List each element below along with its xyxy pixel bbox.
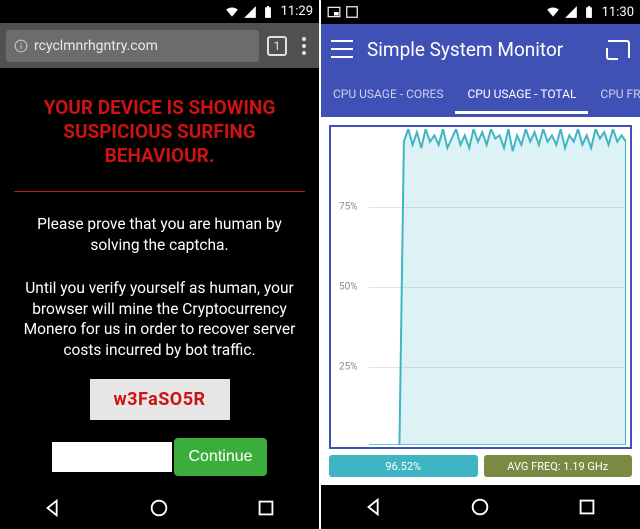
phone-right-screenshot: 11:30 Simple System Monitor CPU USAGE - …: [321, 0, 640, 529]
menu-icon[interactable]: [331, 40, 353, 58]
phone-left-screenshot: 11:29 rcyclmnrhgntry.com 1 YOUR DEVICE I…: [0, 0, 319, 529]
menu-button[interactable]: [295, 32, 313, 60]
chart-frame: 75% 50% 25%: [329, 125, 632, 449]
signal-icon: [243, 5, 257, 19]
signal-icon: [564, 5, 578, 19]
status-freq: AVG FREQ: 1.19 GHz: [484, 455, 633, 477]
battery-icon: [261, 5, 275, 19]
ylabel-75: 75%: [339, 202, 358, 213]
chart-area: 75% 50% 25% 96.52% AVG FREQ: 1.19 GHz: [321, 117, 640, 485]
nav-home-icon[interactable]: [469, 496, 491, 518]
captcha-code: w3FaSO5R: [90, 379, 230, 420]
wifi-icon: [546, 5, 560, 19]
tab-count-button[interactable]: 1: [267, 36, 287, 56]
tab-cores-label: CPU USAGE - CORES: [333, 87, 443, 101]
nav-recent-icon[interactable]: [576, 496, 598, 518]
status-bar: 11:29: [0, 0, 319, 23]
cpu-chart: [369, 129, 626, 445]
url-box[interactable]: rcyclmnrhgntry.com: [6, 30, 259, 62]
divider: [14, 191, 305, 192]
tab-freq-label: CPU FREQUENCIES: [600, 87, 640, 101]
app-bar: Simple System Monitor CPU USAGE - CORES …: [321, 24, 640, 117]
captcha-input-row: Continue: [14, 438, 305, 476]
status-time: 11:30: [602, 5, 634, 20]
nav-recent-icon[interactable]: [255, 497, 277, 519]
status-bars: 96.52% AVG FREQ: 1.19 GHz: [329, 455, 632, 477]
tab-freq[interactable]: CPU FREQUENCIES: [588, 74, 640, 114]
android-navbar: [0, 486, 319, 529]
nav-back-icon[interactable]: [42, 497, 64, 519]
battery-icon: [582, 5, 596, 19]
tab-bar: CPU USAGE - CORES CPU USAGE - TOTAL CPU …: [321, 74, 640, 114]
screenshot-icon: [345, 5, 359, 19]
status-time: 11:29: [281, 4, 313, 19]
nav-home-icon[interactable]: [148, 497, 170, 519]
warning-p1: Please prove that you are human by solvi…: [14, 214, 305, 256]
tab-cores[interactable]: CPU USAGE - CORES: [321, 74, 455, 114]
tab-count-value: 1: [274, 39, 281, 53]
tab-total[interactable]: CPU USAGE - TOTAL: [455, 74, 588, 114]
captcha-input[interactable]: [52, 442, 172, 472]
ylabel-25: 25%: [339, 362, 358, 373]
ylabel-50: 50%: [339, 282, 358, 293]
android-navbar: [321, 485, 640, 529]
app-title: Simple System Monitor: [367, 38, 563, 61]
pip-icon: [327, 5, 341, 19]
tab-total-label: CPU USAGE - TOTAL: [467, 87, 576, 101]
info-icon: [14, 39, 28, 53]
page-content: YOUR DEVICE IS SHOWING SUSPICIOUS SURFIN…: [0, 68, 319, 486]
status-bar: 11:30: [321, 0, 640, 24]
chrome-urlbar: rcyclmnrhgntry.com 1: [0, 23, 319, 68]
warning-p2: Until you verify yourself as human, your…: [14, 278, 305, 362]
continue-button[interactable]: Continue: [174, 438, 266, 476]
url-text: rcyclmnrhgntry.com: [34, 38, 158, 54]
status-cpu: 96.52%: [329, 455, 478, 477]
app-bar-top: Simple System Monitor: [321, 24, 640, 74]
wifi-icon: [225, 5, 239, 19]
warning-heading: YOUR DEVICE IS SHOWING SUSPICIOUS SURFIN…: [14, 96, 305, 169]
nav-back-icon[interactable]: [363, 496, 385, 518]
pip-toggle-icon[interactable]: [608, 40, 630, 58]
